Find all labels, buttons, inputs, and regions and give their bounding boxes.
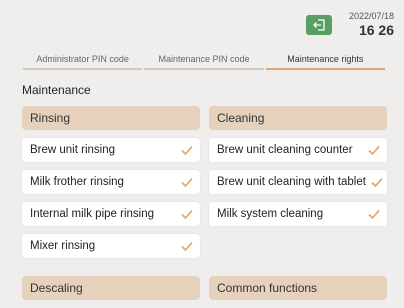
checkmark-icon (368, 145, 380, 156)
item-milk-system-cleaning[interactable]: Milk system cleaning (209, 202, 387, 226)
tab-maintenance-pin[interactable]: Maintenance PIN code (143, 50, 264, 70)
item-internal-milk-pipe-rinsing[interactable]: Internal milk pipe rinsing (22, 202, 200, 226)
datetime: 2022/07/18 16 26 (349, 11, 394, 38)
item-label: Mixer rinsing (30, 240, 96, 252)
date-label: 2022/07/18 (348, 11, 394, 21)
cleaning-column: Cleaning Brew unit cleaning counter Brew… (209, 106, 387, 234)
common-functions-group: Common functions (209, 276, 387, 308)
checkmark-icon (371, 177, 383, 188)
rinsing-column: Rinsing Brew unit rinsing Milk frother r… (22, 106, 200, 266)
group-header-common-functions: Common functions (209, 276, 387, 300)
item-label: Brew unit rinsing (30, 144, 116, 156)
descaling-group: Descaling (22, 276, 200, 308)
header-bar: 2022/07/18 16 26 (0, 0, 404, 50)
item-label: Milk system cleaning (217, 208, 324, 220)
item-brew-unit-cleaning-counter[interactable]: Brew unit cleaning counter (209, 138, 387, 162)
item-label: Milk frother rinsing (30, 176, 124, 188)
group-header-cleaning: Cleaning (209, 106, 387, 130)
tab-bar: Administrator PIN code Maintenance PIN c… (22, 50, 386, 70)
exit-button[interactable] (306, 15, 332, 35)
item-label: Internal milk pipe rinsing (30, 208, 155, 220)
item-brew-unit-cleaning-tablet[interactable]: Brew unit cleaning with tablet (209, 170, 387, 194)
item-milk-frother-rinsing[interactable]: Milk frother rinsing (22, 170, 200, 194)
section-title: Maintenance (22, 83, 91, 97)
item-label: Brew unit cleaning with tablet (217, 176, 366, 188)
checkmark-icon (181, 145, 193, 156)
tab-maintenance-rights[interactable]: Maintenance rights (265, 50, 386, 70)
checkmark-icon (181, 177, 193, 188)
checkmark-icon (181, 209, 193, 220)
time-label: 16 26 (358, 22, 394, 38)
item-label: Brew unit cleaning counter (217, 144, 353, 156)
item-brew-unit-rinsing[interactable]: Brew unit rinsing (22, 138, 200, 162)
tab-administrator-pin[interactable]: Administrator PIN code (22, 50, 143, 70)
checkmark-icon (181, 241, 193, 252)
group-header-descaling: Descaling (22, 276, 200, 300)
item-mixer-rinsing[interactable]: Mixer rinsing (22, 234, 200, 258)
checkmark-icon (368, 209, 380, 220)
exit-arrow-icon (313, 19, 325, 31)
group-header-rinsing: Rinsing (22, 106, 200, 130)
